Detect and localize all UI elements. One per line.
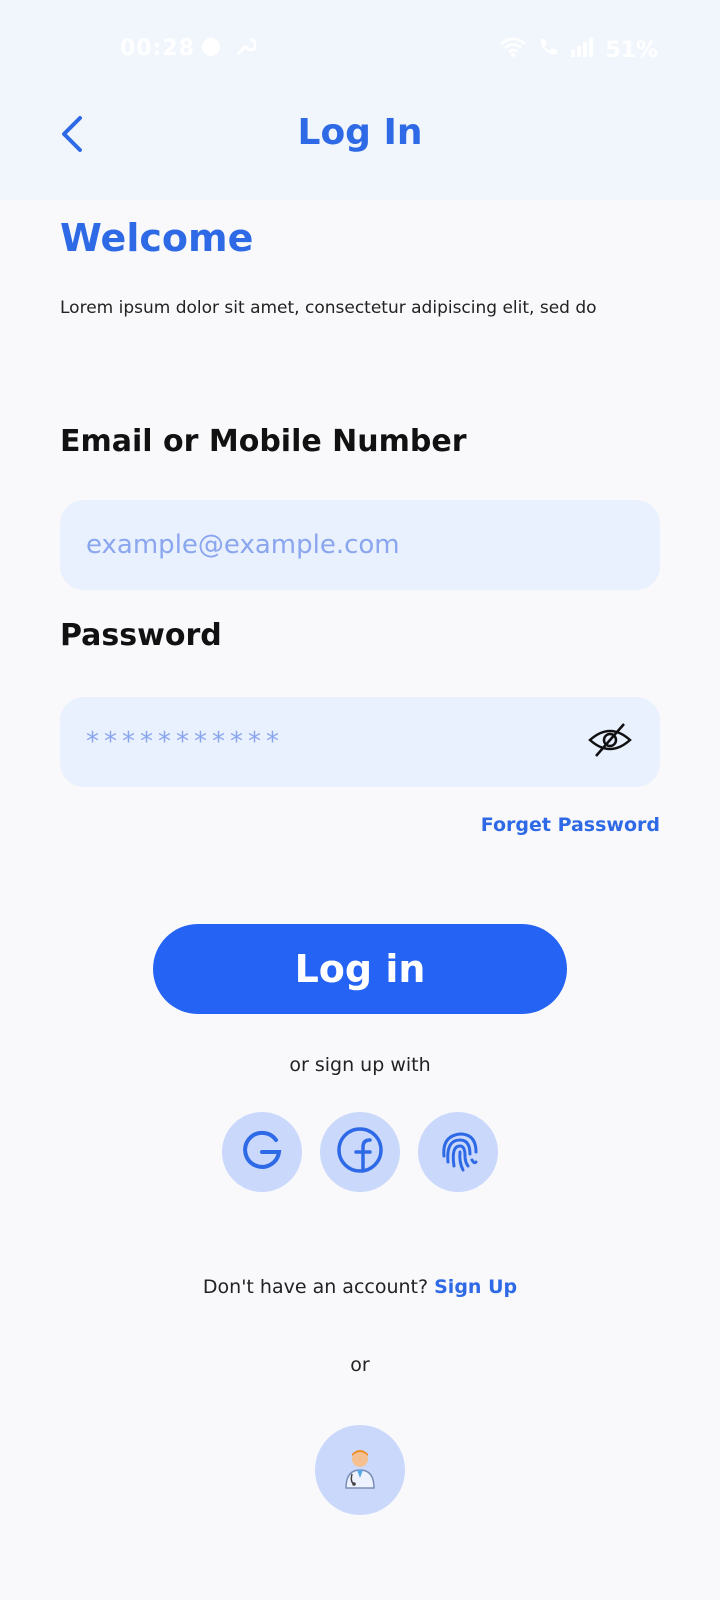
password-field[interactable]: *********** [60, 697, 660, 787]
password-value: *********** [86, 727, 284, 757]
status-time: 00:28 [120, 36, 196, 61]
welcome-text: Lorem ipsum dolor sit amet, consectetur … [60, 298, 597, 318]
fingerprint-icon [434, 1126, 482, 1178]
login-button[interactable]: Log in [153, 924, 567, 1014]
notification-icon [200, 36, 222, 64]
password-visibility-toggle[interactable] [586, 718, 634, 766]
forgot-password-link[interactable]: Forget Password [481, 814, 660, 836]
social-signup-prompt: or sign up with [289, 1054, 431, 1076]
doctor-login-button[interactable] [315, 1425, 405, 1515]
password-label: Password [60, 618, 222, 653]
signup-line: Don't have an account? Sign Up [0, 1276, 720, 1298]
page-title: Log In [297, 112, 423, 153]
call-icon [537, 36, 559, 64]
email-field-container [60, 500, 660, 590]
google-button[interactable] [222, 1112, 302, 1192]
signup-link[interactable]: Sign Up [434, 1276, 517, 1298]
status-bar: 00:28 51% [0, 30, 720, 70]
battery-level: 51% [605, 37, 658, 63]
email-label: Email or Mobile Number [60, 424, 467, 459]
email-field[interactable] [86, 530, 634, 560]
wifi-icon [499, 36, 527, 64]
signal-icon [569, 36, 595, 64]
facebook-button[interactable] [320, 1112, 400, 1192]
facebook-icon [335, 1125, 385, 1179]
eye-off-icon [588, 722, 632, 762]
or-divider: or [350, 1354, 370, 1376]
welcome-heading: Welcome [60, 216, 254, 260]
fingerprint-button[interactable] [418, 1112, 498, 1192]
doctor-icon [340, 1446, 380, 1494]
signup-question: Don't have an account? [202, 1276, 429, 1298]
social-login-row [222, 1112, 498, 1192]
google-icon [240, 1128, 284, 1176]
wrench-icon [234, 36, 258, 64]
